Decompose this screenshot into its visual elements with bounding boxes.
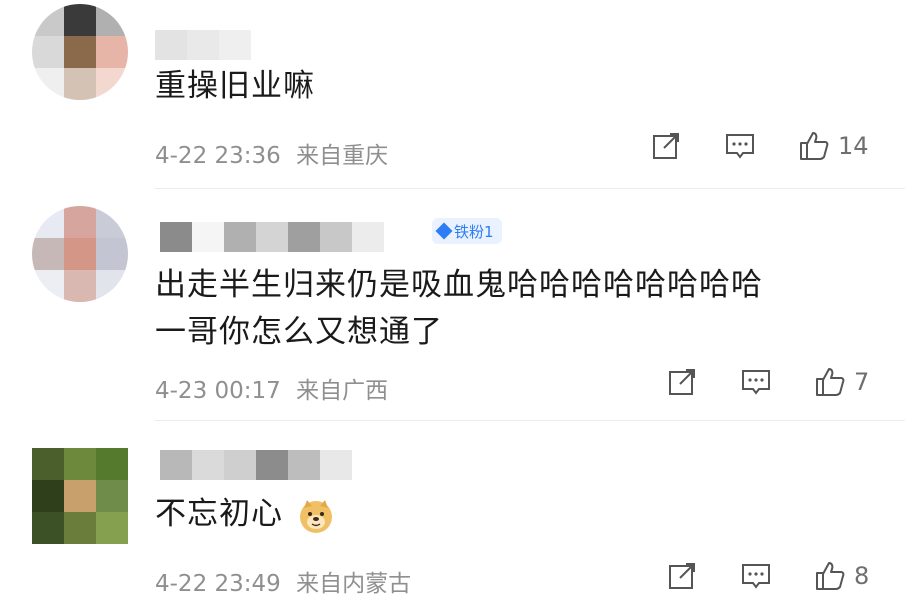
- comment-actions: 7: [666, 366, 869, 398]
- username-pixel: [160, 450, 192, 480]
- timestamp: 4-22 23:36: [155, 143, 281, 169]
- timestamp: 4-23 00:17: [155, 378, 281, 404]
- username-pixel: [160, 222, 192, 252]
- timestamp: 4-22 23:49: [155, 571, 281, 597]
- like-count: 8: [854, 562, 870, 590]
- avatar-pixel: [32, 238, 64, 270]
- divider: [155, 188, 905, 189]
- fan-badge[interactable]: 铁粉1: [432, 218, 502, 244]
- avatar-pixel: [32, 480, 64, 512]
- avatar-pixel: [96, 238, 128, 270]
- share-icon[interactable]: [666, 366, 698, 398]
- avatar-pixel: [64, 238, 96, 270]
- username-pixel: [155, 30, 187, 60]
- share-icon[interactable]: [666, 560, 698, 592]
- comment-icon[interactable]: [740, 366, 772, 398]
- avatar-pixel: [64, 448, 96, 480]
- avatar-pixel: [64, 4, 96, 36]
- fan-diamond-icon: [435, 222, 453, 240]
- avatar-pixel: [96, 448, 128, 480]
- comment-item-2: 铁粉1 出走半生归来仍是吸血鬼哈哈哈哈哈哈哈哈 一哥你怎么又想通了 4-23 0…: [0, 190, 905, 418]
- avatar-pixel: [32, 68, 64, 100]
- avatar-pixel: [64, 512, 96, 544]
- username-pixel: [224, 222, 256, 252]
- location: 来自重庆: [296, 143, 389, 169]
- avatar-pixel: [96, 68, 128, 100]
- username-pixel: [224, 450, 256, 480]
- avatar-pixel: [64, 480, 96, 512]
- location: 来自内蒙古: [296, 571, 412, 597]
- username-pixel: [187, 30, 219, 60]
- avatar-pixel: [96, 270, 128, 302]
- username-pixel: [288, 450, 320, 480]
- thumbs-up-icon[interactable]: [814, 560, 846, 592]
- username-pixel: [192, 222, 224, 252]
- avatar-pixel: [64, 206, 96, 238]
- thumbs-up-icon[interactable]: [814, 366, 846, 398]
- avatar-pixel: [64, 68, 96, 100]
- avatar[interactable]: [32, 206, 128, 302]
- comment-actions: 14: [650, 130, 869, 162]
- comment-icon[interactable]: [724, 130, 756, 162]
- thumbs-up-icon[interactable]: [798, 130, 830, 162]
- username-pixel: [352, 222, 384, 252]
- avatar-pixel: [32, 36, 64, 68]
- comment-text: 出走半生归来仍是吸血鬼哈哈哈哈哈哈哈哈 一哥你怎么又想通了: [155, 267, 763, 350]
- avatar[interactable]: [32, 448, 128, 544]
- avatar-pixel: [32, 206, 64, 238]
- username-pixel: [288, 222, 320, 252]
- username-pixel: [219, 30, 251, 60]
- avatar-pixel: [96, 36, 128, 68]
- username-pixel: [320, 450, 352, 480]
- avatar-pixel: [64, 270, 96, 302]
- comment-meta: 4-22 23:49 来自内蒙古: [155, 564, 411, 598]
- username-pixel: [256, 222, 288, 252]
- location: 来自广西: [296, 378, 389, 404]
- comment-text: 不忘初心: [155, 494, 334, 534]
- like-count: 14: [838, 132, 869, 160]
- badge-label: 铁粉1: [454, 222, 494, 241]
- comment-icon[interactable]: [740, 560, 772, 592]
- avatar-pixel: [32, 270, 64, 302]
- username-redacted[interactable]: [160, 222, 384, 252]
- avatar[interactable]: [32, 4, 128, 100]
- avatar-pixel: [32, 448, 64, 480]
- comment-meta: 4-22 23:36 来自重庆: [155, 136, 388, 170]
- comment-item-1: 重操旧业嘛 4-22 23:36 来自重庆 14: [0, 0, 905, 190]
- comment-item-3: 不忘初心 4-22 23:49 来自内蒙古 8: [0, 420, 905, 598]
- avatar-pixel: [32, 512, 64, 544]
- username-pixel: [192, 450, 224, 480]
- avatar-pixel: [96, 480, 128, 512]
- username-pixel: [256, 450, 288, 480]
- avatar-pixel: [96, 206, 128, 238]
- comment-text: 重操旧业嘛: [155, 68, 315, 104]
- avatar-pixel: [64, 36, 96, 68]
- avatar-pixel: [32, 4, 64, 36]
- like-count: 7: [854, 368, 870, 396]
- avatar-pixel: [96, 512, 128, 544]
- username-pixel: [320, 222, 352, 252]
- comment-meta: 4-23 00:17 来自广西: [155, 371, 388, 405]
- share-icon[interactable]: [650, 130, 682, 162]
- doge-emoji-icon: [299, 499, 332, 533]
- username-redacted[interactable]: [155, 30, 251, 60]
- avatar-pixel: [96, 4, 128, 36]
- username-redacted[interactable]: [160, 450, 352, 480]
- comment-actions: 8: [666, 560, 869, 592]
